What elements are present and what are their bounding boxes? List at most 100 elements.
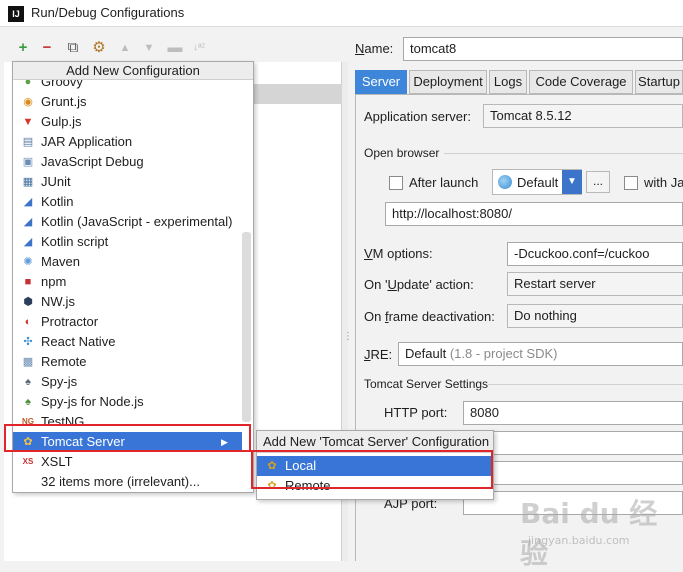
sort-icon[interactable]: ↓ᵃᶻ bbox=[190, 38, 208, 58]
gulp-js-icon: ▼ bbox=[22, 116, 34, 128]
config-type-kotlin[interactable]: ◢ Kotlin bbox=[13, 192, 242, 212]
tab-logs[interactable]: Logs bbox=[489, 70, 527, 94]
config-type-nw-js[interactable]: ⬢ NW.js bbox=[13, 292, 242, 312]
config-type-javascript-debug[interactable]: ▣ JavaScript Debug bbox=[13, 152, 242, 172]
testng-icon: NG bbox=[22, 417, 34, 426]
config-type-label: Spy-js for Node.js bbox=[41, 394, 144, 409]
app-server-label: Application server: bbox=[364, 109, 471, 124]
config-type-label: Kotlin script bbox=[41, 234, 109, 249]
after-launch-checkbox[interactable] bbox=[389, 176, 403, 190]
tab-server[interactable]: Server bbox=[355, 70, 407, 94]
url-field[interactable]: http://localhost:8080/ bbox=[385, 202, 683, 226]
http-port-field[interactable]: 8080 bbox=[463, 401, 683, 425]
config-type-grunt-js[interactable]: ◉ Grunt.js bbox=[13, 92, 242, 112]
tomcat-icon: ✿ bbox=[267, 460, 277, 472]
jre-value: Default bbox=[405, 346, 447, 361]
config-type-kotlin-script[interactable]: ◢ Kotlin script bbox=[13, 232, 242, 252]
move-down-icon[interactable]: ▼ bbox=[140, 38, 158, 58]
browser-select[interactable]: Default ▼ bbox=[492, 169, 582, 195]
config-type-jar-application[interactable]: ▤ JAR Application bbox=[13, 132, 242, 152]
window-title: Run/Debug Configurations bbox=[31, 5, 185, 20]
tomcat-server-icon: ✿ bbox=[23, 436, 33, 448]
on-update-select[interactable]: Restart server bbox=[507, 272, 683, 296]
groovy-icon: ● bbox=[24, 80, 32, 88]
submenu-item-remote[interactable]: ✿ Remote bbox=[257, 476, 493, 496]
wrench-icon[interactable]: ⚙ bbox=[90, 38, 108, 58]
config-type-react-native[interactable]: ✣ React Native bbox=[13, 332, 242, 352]
config-type-testng[interactable]: NG TestNG bbox=[13, 412, 242, 432]
tomcat-settings-label: Tomcat Server Settings bbox=[364, 377, 489, 391]
remote-icon: ▩ bbox=[22, 356, 34, 368]
config-type-xslt[interactable]: XS XSLT bbox=[13, 452, 242, 472]
move-up-icon[interactable]: ▲ bbox=[116, 38, 134, 58]
config-type-label: Maven bbox=[41, 254, 81, 269]
add-icon[interactable]: + bbox=[14, 38, 32, 58]
config-type-gulp-js[interactable]: ▼ Gulp.js bbox=[13, 112, 242, 132]
configuration-type-list: ● Groovy ◉ Grunt.js ▼ Gulp.js ▤ JAR Application… bbox=[13, 80, 242, 492]
jmx-port-field[interactable] bbox=[463, 461, 683, 485]
remove-icon[interactable]: − bbox=[38, 38, 56, 58]
vm-options-label: VM options: bbox=[364, 246, 433, 261]
browser-icon bbox=[498, 175, 512, 189]
grunt-js-icon: ◉ bbox=[23, 96, 33, 108]
config-type-junit[interactable]: ▦ JUnit bbox=[13, 172, 242, 192]
config-type-label: Gulp.js bbox=[41, 114, 82, 129]
config-type-label: Kotlin (JavaScript - experimental) bbox=[41, 214, 233, 229]
copy-icon[interactable]: ⧉ bbox=[64, 38, 82, 58]
config-type-maven[interactable]: ✺ Maven bbox=[13, 252, 242, 272]
submenu-item-label: Local bbox=[285, 458, 317, 473]
name-field[interactable]: tomcat8 bbox=[403, 37, 683, 61]
baidu-watermark: Bai du 经验 bbox=[520, 497, 658, 570]
config-type-spy-js-for-node-js[interactable]: ♠ Spy-js for Node.js bbox=[13, 392, 242, 412]
junit-icon: ▦ bbox=[22, 176, 34, 188]
config-type-label: Groovy bbox=[41, 80, 83, 89]
on-frame-deactivation-label: On frame deactivation: bbox=[364, 309, 495, 324]
config-type-label: JAR Application bbox=[41, 134, 133, 149]
npm-icon: ■ bbox=[24, 276, 32, 288]
config-type-label: Grunt.js bbox=[41, 94, 87, 109]
app-server-select[interactable]: Tomcat 8.5.12 bbox=[483, 104, 683, 128]
browser-more-button[interactable]: ... bbox=[586, 171, 610, 193]
xslt-icon: XS bbox=[22, 457, 34, 466]
jre-label: JRE: bbox=[364, 347, 393, 362]
config-type-groovy[interactable]: ● Groovy bbox=[13, 80, 242, 92]
tomcat-server-submenu: Add New 'Tomcat Server' Configuration ✿ … bbox=[256, 430, 494, 500]
on-update-label: On 'Update' action: bbox=[364, 277, 474, 292]
with-js-debugger-checkbox[interactable] bbox=[624, 176, 638, 190]
browser-value: Default bbox=[517, 175, 559, 190]
folder-icon[interactable]: ▬ bbox=[166, 38, 184, 58]
config-type-label: Kotlin bbox=[41, 194, 74, 209]
config-type-label: JUnit bbox=[41, 174, 71, 189]
submenu-item-local[interactable]: ✿ Local bbox=[257, 456, 493, 476]
tab-deployment[interactable]: Deployment bbox=[409, 70, 487, 94]
protractor-icon: ◐ bbox=[24, 316, 32, 328]
config-type-kotlin-javascript-experimental[interactable]: ◢ Kotlin (JavaScript - experimental) bbox=[13, 212, 242, 232]
jar-application-icon: ▤ bbox=[22, 136, 34, 148]
config-type-label: TestNG bbox=[41, 414, 85, 429]
title-bar: IJ Run/Debug Configurations bbox=[0, 0, 683, 27]
config-type-label: JavaScript Debug bbox=[41, 154, 144, 169]
tab-startup[interactable]: Startup bbox=[635, 70, 683, 94]
https-port-field[interactable] bbox=[463, 431, 683, 455]
popup-scrollbar[interactable] bbox=[242, 232, 251, 422]
config-type-protractor[interactable]: ◐ Protractor bbox=[13, 312, 242, 332]
maven-icon: ✺ bbox=[23, 256, 33, 268]
config-type-npm[interactable]: ■ npm bbox=[13, 272, 242, 292]
jre-field[interactable]: Default (1.8 - project SDK) bbox=[398, 342, 683, 366]
spy-js-icon: ♠ bbox=[25, 376, 31, 388]
spy-js-for-node-js-icon: ♠ bbox=[25, 396, 31, 408]
config-type-remote[interactable]: ▩ Remote bbox=[13, 352, 242, 372]
tomcat-settings-divider bbox=[488, 384, 683, 385]
tab-code-coverage[interactable]: Code Coverage bbox=[529, 70, 633, 94]
on-frame-deactivation-select[interactable]: Do nothing bbox=[507, 304, 683, 328]
chevron-down-icon: ▼ bbox=[562, 170, 582, 194]
config-type-32-items-more-irrelevant[interactable]: 32 items more (irrelevant)... bbox=[13, 472, 242, 492]
open-browser-label: Open browser bbox=[364, 146, 440, 160]
config-type-spy-js[interactable]: ♠ Spy-js bbox=[13, 372, 242, 392]
vm-options-field[interactable]: -Dcuckoo.conf=/cuckoo bbox=[507, 242, 683, 266]
config-type-tomcat-server[interactable]: ✿ Tomcat Server ▶ bbox=[13, 432, 242, 452]
config-type-label: 32 items more (irrelevant)... bbox=[41, 474, 200, 489]
jre-hint: (1.8 - project SDK) bbox=[449, 346, 558, 361]
tree-selected-row[interactable] bbox=[252, 84, 342, 104]
submenu-arrow-icon: ▶ bbox=[221, 437, 228, 447]
